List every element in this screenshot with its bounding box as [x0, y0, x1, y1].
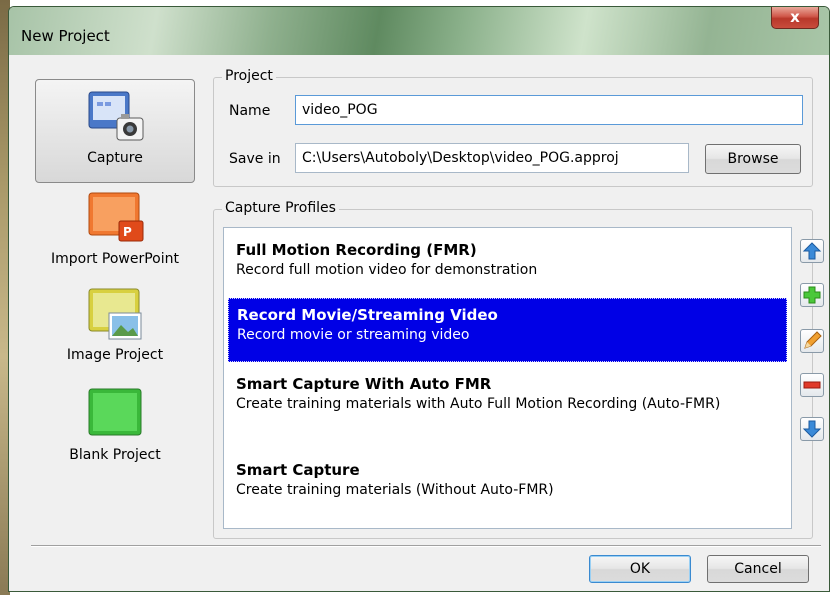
move-up-icon: [802, 242, 822, 260]
capture-profiles-list[interactable]: Full Motion Recording (FMR) Record full …: [223, 227, 792, 529]
profile-description: Create training materials with Auto Full…: [236, 396, 721, 412]
save-in-label: Save in: [229, 151, 281, 167]
profile-name: Smart Capture: [236, 461, 360, 479]
category-label: Image Project: [66, 347, 164, 363]
remove-icon: [803, 381, 821, 389]
category-label: Blank Project: [69, 447, 161, 463]
edit-button[interactable]: [800, 329, 824, 353]
dialog-body: Capture P Import PowerPoint Image Projec…: [17, 55, 824, 585]
category-import-powerpoint[interactable]: P Import PowerPoint: [35, 189, 195, 279]
move-down-icon: [802, 420, 822, 438]
name-label: Name: [229, 103, 271, 119]
profile-description: Create training materials (Without Auto-…: [236, 482, 554, 498]
footer-separator: [31, 545, 821, 547]
svg-text:P: P: [123, 225, 132, 239]
profile-name: Smart Capture With Auto FMR: [236, 375, 492, 393]
move-down-button[interactable]: [800, 417, 824, 441]
remove-button[interactable]: [800, 373, 824, 397]
profile-description: Record movie or streaming video: [237, 327, 470, 343]
capture-profiles-group-title: Capture Profiles: [222, 200, 339, 216]
add-button[interactable]: [800, 283, 824, 307]
profile-item-fmr[interactable]: Full Motion Recording (FMR) Record full …: [228, 234, 787, 286]
cancel-button[interactable]: Cancel: [707, 555, 809, 583]
window-title: New Project: [21, 27, 110, 45]
blank-project-icon: [83, 385, 147, 447]
category-blank-project[interactable]: Blank Project: [35, 385, 195, 477]
profile-item-record-movie[interactable]: Record Movie/Streaming Video Record movi…: [228, 298, 787, 362]
image-project-icon: [83, 285, 147, 347]
ok-button[interactable]: OK: [589, 555, 691, 583]
profile-description: Record full motion video for demonstrati…: [236, 262, 538, 278]
profile-name: Record Movie/Streaming Video: [237, 306, 498, 324]
browse-button[interactable]: Browse: [705, 144, 801, 174]
new-project-dialog: New Project x Capture P Import PowerPoin…: [8, 6, 830, 592]
powerpoint-icon: P: [83, 189, 147, 251]
project-group-title: Project: [222, 68, 276, 84]
profile-item-smart-capture[interactable]: Smart Capture Create training materials …: [228, 454, 787, 506]
category-label: Capture: [87, 150, 143, 166]
category-image-project[interactable]: Image Project: [35, 285, 195, 377]
close-button[interactable]: x: [771, 7, 819, 29]
move-up-button[interactable]: [800, 239, 824, 263]
edit-icon: [804, 331, 822, 349]
category-capture[interactable]: Capture: [35, 79, 195, 183]
add-icon: [803, 286, 821, 304]
capture-icon: [83, 88, 147, 150]
category-label: Import PowerPoint: [50, 251, 179, 267]
profile-name: Full Motion Recording (FMR): [236, 241, 477, 259]
title-bar[interactable]: New Project x: [9, 7, 829, 55]
save-in-field[interactable]: C:\Users\Autoboly\Desktop\video_POG.appr…: [295, 143, 689, 173]
name-input[interactable]: video_POG: [295, 95, 803, 125]
profile-item-smart-capture-auto-fmr[interactable]: Smart Capture With Auto FMR Create train…: [228, 368, 787, 420]
